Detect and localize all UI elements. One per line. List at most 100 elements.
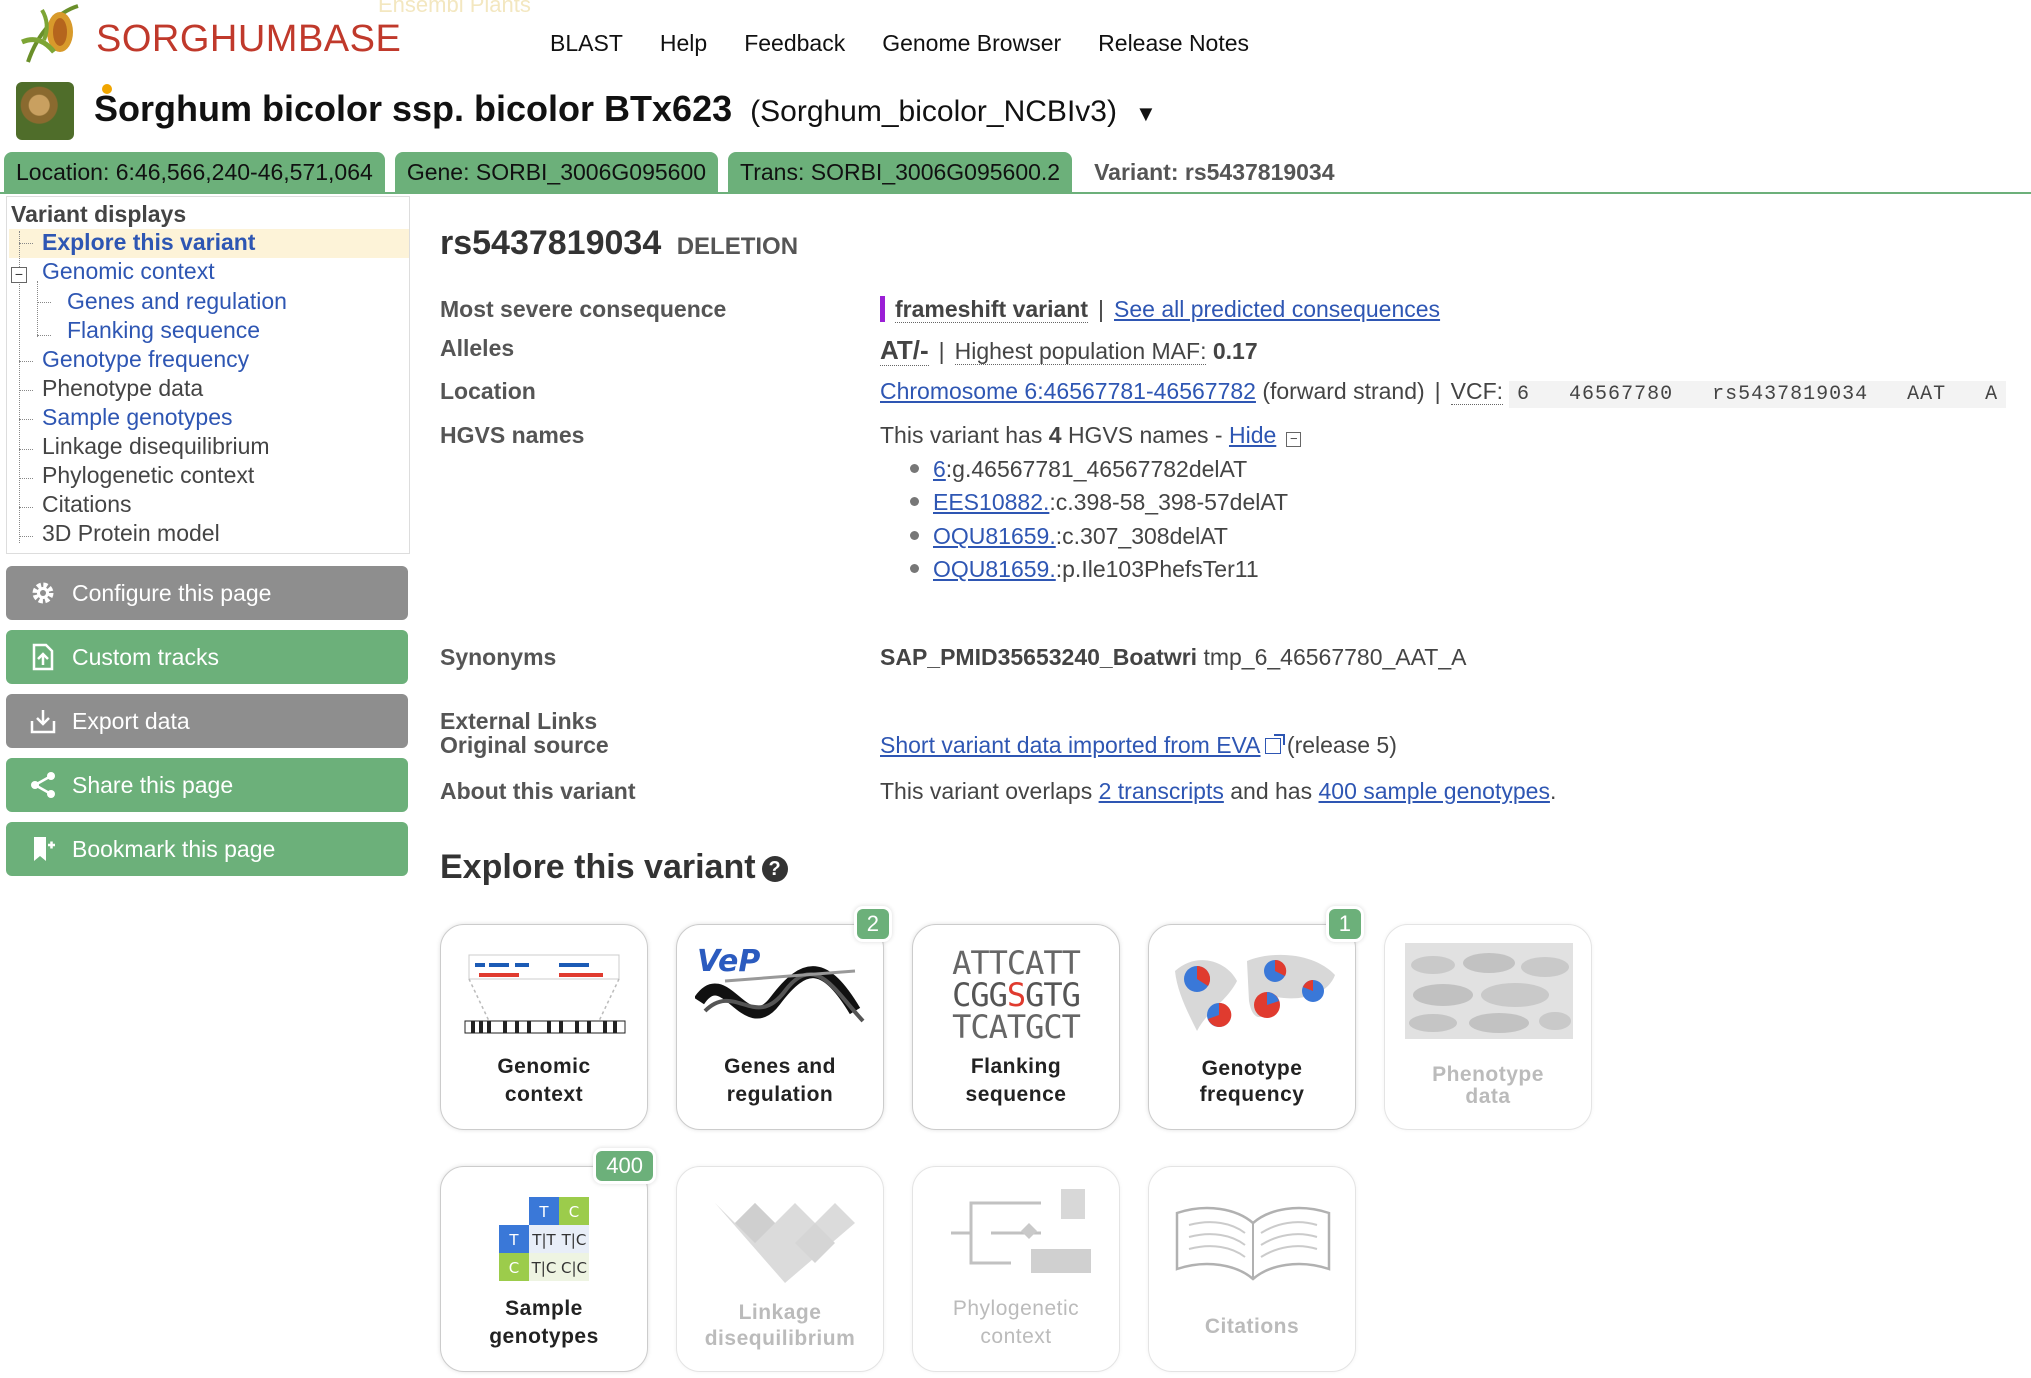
tile-label: Sample: [505, 1297, 583, 1320]
hgvs-link[interactable]: EES10882.: [933, 489, 1049, 515]
sample-genotypes-link[interactable]: 400 sample genotypes: [1319, 778, 1550, 804]
phenotype-specimens-icon: [1405, 943, 1573, 1039]
bookmark-page-label: Bookmark this page: [72, 835, 276, 862]
tile-label: frequency: [1199, 1083, 1305, 1106]
label-most-severe-consequence: Most severe consequence: [440, 296, 727, 322]
genomic-context-collapse-icon[interactable]: −: [11, 267, 27, 283]
nav-genome-browser[interactable]: Genome Browser: [882, 30, 1061, 57]
label-hgvs-names: HGVS names: [440, 422, 585, 448]
tile-label: Linkage: [738, 1301, 822, 1324]
nav-help[interactable]: Help: [660, 30, 707, 57]
hgvs-link[interactable]: OQU81659.: [933, 556, 1056, 582]
nav-sample-genotypes[interactable]: Sample genotypes: [42, 404, 233, 432]
nav-linkage-disequilibrium: Linkage disequilibrium: [42, 433, 270, 459]
chromosome-location-link[interactable]: Chromosome 6:46567781-46567782: [880, 378, 1256, 404]
external-link-icon[interactable]: [1264, 734, 1285, 754]
tile-label: Flanking: [970, 1055, 1062, 1078]
tab-transcript[interactable]: Trans: SORBI_3006G095600.2: [728, 152, 1073, 192]
sample-genotype-grid-icon: T C T T|T T|C C T|C C|C: [499, 1197, 589, 1281]
variant-displays-nav: Variant displays − Explore this variant …: [6, 196, 410, 554]
tile-label: Citations: [1204, 1315, 1300, 1338]
tree-branch: [19, 449, 33, 450]
about-value: This variant overlaps 2 transcripts and …: [880, 778, 1557, 804]
svg-text:C|C: C|C: [561, 1259, 587, 1277]
export-data-button[interactable]: Export data: [6, 694, 408, 748]
world-map-pies-icon: [1175, 954, 1335, 1031]
separator: |: [938, 338, 945, 364]
separator: |: [1098, 296, 1104, 322]
tab-location[interactable]: Location: 6:46,566,240-46,571,064: [4, 152, 385, 192]
tree-branch: [37, 302, 51, 303]
tile-sample-genotypes[interactable]: T C T T|T T|C C T|C C|C 400 Sample genot…: [440, 1151, 653, 1372]
hgvs-item: 6:g.46567781_46567782delAT: [910, 456, 1247, 483]
hgvs-collapse-icon[interactable]: −: [1286, 432, 1302, 447]
explore-heading: Explore this variant?: [440, 848, 788, 887]
tile-genotype-frequency[interactable]: 1 Genotype frequency: [1148, 909, 1361, 1130]
tile-label: Genotype: [1201, 1057, 1303, 1080]
species-assembly: (Sorghum_bicolor_NCBIv3): [750, 95, 1117, 128]
hgvs-link[interactable]: OQU81659.: [933, 523, 1056, 549]
configure-page-label: Configure this page: [72, 579, 272, 606]
tile-label: Genes and: [724, 1055, 836, 1078]
consequence-color-bar: [880, 296, 885, 322]
eva-source-link[interactable]: Short variant data imported from EVA: [880, 732, 1261, 758]
nav-blast[interactable]: BLAST: [550, 30, 623, 57]
custom-tracks-button[interactable]: Custom tracks: [6, 630, 408, 684]
flank-line: ATTCATT: [952, 944, 1081, 982]
nav-genotype-frequency[interactable]: Genotype frequency: [42, 346, 249, 374]
svg-text:T|T: T|T: [531, 1231, 556, 1249]
ensembl-plants-ghost-text: Ensembl Plants: [378, 0, 531, 17]
label-synonyms: Synonyms: [440, 644, 557, 670]
tile-flanking-sequence[interactable]: ATTCATT CGGSGTG TCATGCT Flanking sequenc…: [912, 924, 1120, 1130]
nav-phenotype-data: Phenotype data: [42, 375, 204, 401]
tab-gene[interactable]: Gene: SORBI_3006G095600: [394, 152, 719, 192]
tile-badge: 400: [596, 1151, 653, 1181]
svg-text:T|C: T|C: [531, 1259, 557, 1277]
species-dropdown-caret-icon[interactable]: ▼: [1135, 101, 1157, 126]
svg-text:T: T: [538, 1203, 549, 1221]
nav-genomic-context[interactable]: Genomic context: [42, 258, 215, 286]
species-name: Sorghum bicolor ssp. bicolor BTx623: [94, 88, 733, 129]
hgvs-item: OQU81659.:p.Ile103PhefsTer11: [910, 556, 1259, 583]
consequence-term[interactable]: frameshift variant: [895, 296, 1089, 323]
tree-branch: [19, 419, 33, 420]
flank-line-variant: CGGSGTG: [952, 976, 1081, 1014]
export-icon: [28, 706, 58, 736]
species-bar: Sorghum bicolor ssp. bicolor BTx623 (Sor…: [16, 82, 1216, 140]
ld-heatmap-icon: [715, 1203, 855, 1283]
share-page-button[interactable]: Share this page: [6, 758, 408, 812]
bookmark-page-button[interactable]: Bookmark this page: [6, 822, 408, 876]
bullet-icon: [910, 564, 919, 573]
source-release: (release 5): [1286, 732, 1397, 758]
vep-logo-text: VeP: [697, 944, 760, 979]
hgvs-item: OQU81659.:c.307_308delAT: [910, 523, 1228, 550]
nav-explore-this-variant[interactable]: Explore this variant: [42, 229, 255, 257]
hgvs-link[interactable]: 6: [933, 456, 946, 482]
help-icon[interactable]: ?: [761, 856, 788, 882]
alleles-text: AT/-: [880, 335, 929, 366]
tile-genomic-context[interactable]: Genomic context: [440, 924, 648, 1130]
species-title[interactable]: Sorghum bicolor ssp. bicolor BTx623 (Sor…: [94, 88, 1157, 130]
hgvs-hide-link[interactable]: Hide: [1229, 422, 1276, 448]
tile-genes-and-regulation[interactable]: VeP 2 Genes and regulation: [676, 909, 889, 1130]
nav-flanking-sequence[interactable]: Flanking sequence: [67, 317, 260, 345]
nav-release-notes[interactable]: Release Notes: [1098, 30, 1249, 57]
maf-label: Highest population MAF:: [954, 338, 1207, 365]
nav-feedback[interactable]: Feedback: [744, 30, 845, 57]
tab-variant[interactable]: Variant: rs5437819034: [1082, 152, 1346, 192]
bullet-icon: [910, 497, 919, 506]
hgvs-count: 4: [1048, 422, 1062, 448]
strand-text: (forward strand): [1262, 378, 1425, 404]
species-thumbnail[interactable]: [16, 82, 74, 140]
tree-branch: [19, 507, 33, 508]
see-all-consequences-link[interactable]: See all predicted consequences: [1114, 296, 1440, 322]
transcripts-link[interactable]: 2 transcripts: [1099, 778, 1224, 804]
hgvs-item: EES10882.:c.398-58_398-57delAT: [910, 489, 1288, 516]
nav-genes-and-regulation[interactable]: Genes and regulation: [67, 288, 287, 316]
configure-page-button[interactable]: Configure this page: [6, 566, 408, 620]
phylogeny-tree-icon: [951, 1189, 1091, 1273]
sorghumbase-logo[interactable]: SORGHUMBASE: [18, 0, 401, 94]
vcf-label: VCF:: [1450, 378, 1504, 405]
synonym-source: SAP_PMID35653240_Boatwri: [880, 644, 1198, 670]
genomic-context-icon: [464, 954, 626, 1034]
